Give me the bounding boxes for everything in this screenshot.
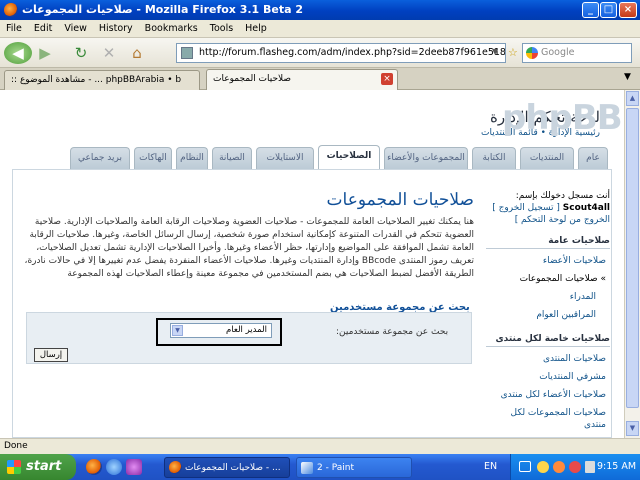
submit-button[interactable]: إرسال bbox=[34, 348, 68, 362]
menu-bar: File Edit View History Bookmarks Tools Help bbox=[0, 20, 640, 38]
sidebar-item-group-forum-permissions[interactable]: صلاحيات المجموعات لكل منتدى bbox=[486, 404, 610, 434]
volume-icon[interactable] bbox=[585, 461, 595, 473]
main-section: صلاحيات المجموعات هنا يمكنك تغيير الصلاح… bbox=[24, 190, 474, 281]
sidebar-item-group-permissions[interactable]: » صلاحيات المجموعات bbox=[486, 270, 610, 288]
back-arrow-icon[interactable]: ◀ bbox=[4, 42, 32, 64]
firefox-icon bbox=[4, 3, 18, 17]
status-bar: Done bbox=[0, 438, 640, 454]
maximize-button[interactable]: □ bbox=[600, 2, 617, 18]
sidebar-item-user-permissions[interactable]: صلاحيات الأعضاء bbox=[486, 252, 610, 270]
system-tray: 9:15 AM bbox=[510, 454, 640, 480]
menu-bookmarks[interactable]: Bookmarks bbox=[139, 20, 204, 37]
windows-flag-icon bbox=[7, 460, 21, 474]
tab-phpbbarabia[interactable]: :: مشاهدة الموضوع - ... phpBBArabia • b bbox=[4, 70, 200, 90]
address-bar[interactable]: http://forum.flasheg.com/adm/index.php?s… bbox=[176, 43, 506, 63]
chevron-down-icon[interactable]: ▼ bbox=[172, 325, 183, 336]
app-quicklaunch-icon[interactable] bbox=[126, 459, 142, 475]
tab-system[interactable]: النظام bbox=[176, 147, 208, 169]
forward-arrow-icon[interactable]: ▶ bbox=[34, 42, 56, 64]
tab-styles[interactable]: الاستايلات bbox=[256, 147, 314, 169]
username: Scout4all bbox=[562, 203, 610, 213]
tab-mass-email[interactable]: بريد جماعي bbox=[70, 147, 130, 169]
tab-mods[interactable]: الهاكات bbox=[134, 147, 172, 169]
url-dropdown-icon[interactable]: ▼ bbox=[492, 47, 498, 56]
task-label: صلاحيات المجموعات - ... bbox=[185, 463, 281, 473]
menu-file[interactable]: File bbox=[0, 20, 28, 37]
tab-permissions[interactable]: الصلاحيات bbox=[318, 145, 380, 169]
ie-quicklaunch-icon[interactable] bbox=[106, 459, 122, 475]
search-input[interactable]: Google bbox=[522, 43, 632, 63]
group-select-value: المدير العام bbox=[226, 325, 267, 335]
vertical-scrollbar[interactable]: ▲ ▼ bbox=[624, 90, 640, 438]
start-button[interactable]: start bbox=[0, 454, 76, 480]
sidebar-item-forum-moderators[interactable]: مشرفي المنتديات bbox=[486, 368, 610, 386]
tray-app-icon[interactable] bbox=[553, 461, 565, 473]
address-url: http://forum.flasheg.com/adm/index.php?s… bbox=[199, 47, 506, 58]
tab-general[interactable]: عام bbox=[578, 147, 608, 169]
google-icon bbox=[526, 47, 538, 59]
minimize-button[interactable]: _ bbox=[582, 2, 599, 18]
status-text: Done bbox=[4, 441, 28, 451]
group-select-label: بحث عن مجموعة مستخدمين: bbox=[336, 327, 449, 337]
language-indicator[interactable]: EN bbox=[484, 454, 497, 480]
messenger-icon[interactable] bbox=[537, 461, 549, 473]
tab-group-permissions[interactable]: صلاحيات المجموعات × bbox=[206, 69, 398, 90]
menu-tools[interactable]: Tools bbox=[204, 20, 239, 37]
exit-acp-link[interactable]: الخروج من لوحة التحكم ] bbox=[486, 214, 610, 226]
menu-view[interactable]: View bbox=[58, 20, 93, 37]
stop-icon[interactable]: ✕ bbox=[98, 42, 120, 64]
tab-forums[interactable]: المنتديات bbox=[520, 147, 574, 169]
sidebar-item-global-moderators[interactable]: المراقبين العوام bbox=[486, 306, 610, 324]
site-favicon-icon bbox=[181, 47, 193, 59]
sidebar-item-admins[interactable]: المدراء bbox=[486, 288, 610, 306]
menu-help[interactable]: Help bbox=[239, 20, 273, 37]
page-title: صلاحيات المجموعات bbox=[326, 190, 474, 210]
page-content: لوحة تحكم الإدارة رئيسية الإدارة • قائمة… bbox=[0, 90, 624, 438]
tab-label: :: مشاهدة الموضوع - ... phpBBArabia • b bbox=[11, 75, 182, 85]
start-label: start bbox=[26, 459, 62, 474]
bookmark-star-icon[interactable]: ☆ bbox=[508, 46, 518, 59]
sidebar-item-forum-permissions[interactable]: صلاحيات المنتدى bbox=[486, 350, 610, 368]
scroll-down-icon[interactable]: ▼ bbox=[626, 421, 639, 436]
task-firefox[interactable]: صلاحيات المجموعات - ... bbox=[164, 457, 290, 478]
tab-label: صلاحيات المجموعات bbox=[213, 74, 292, 84]
section-forum-permissions: صلاحيات خاصة لكل منتدى bbox=[486, 334, 610, 347]
tab-posting[interactable]: الكتابة bbox=[472, 147, 516, 169]
network-icon[interactable] bbox=[519, 461, 531, 472]
section-global-permissions: صلاحيات عامة bbox=[486, 236, 610, 249]
close-window-button[interactable]: × bbox=[619, 2, 637, 18]
group-select[interactable]: ▼ المدير العام bbox=[170, 323, 272, 338]
firefox-icon bbox=[169, 461, 182, 474]
firefox-quicklaunch-icon[interactable] bbox=[86, 459, 102, 475]
close-tab-icon[interactable]: × bbox=[381, 73, 393, 85]
window-title: صلاحيات المجموعات - Mozilla Firefox 3.1 … bbox=[22, 3, 304, 16]
tab-maintenance[interactable]: الصيانة bbox=[212, 147, 252, 169]
phpbb-logo: phpBB bbox=[502, 98, 623, 138]
window-title-bar: صلاحيات المجموعات - Mozilla Firefox 3.1 … bbox=[0, 0, 640, 20]
sidebar-item-label: صلاحيات المجموعات bbox=[519, 274, 598, 284]
scroll-thumb[interactable] bbox=[626, 108, 639, 408]
clock[interactable]: 9:15 AM bbox=[597, 454, 636, 480]
tab-users-groups[interactable]: المجموعات والأعضاء bbox=[384, 147, 468, 169]
page-description: هنا يمكنك تغيير الصلاحيات العامة للمجموع… bbox=[24, 217, 474, 279]
logout-link[interactable]: [ تسجيل الخروج ] bbox=[492, 203, 560, 213]
menu-history[interactable]: History bbox=[93, 20, 139, 37]
task-label: 2 - Paint bbox=[317, 463, 354, 473]
tab-strip: :: مشاهدة الموضوع - ... phpBBArabia • b … bbox=[0, 68, 640, 90]
sidebar-item-user-forum-permissions[interactable]: صلاحيات الأعضاء لكل منتدى bbox=[486, 386, 610, 404]
login-info: أنت مسجل دخولك بإسم: bbox=[515, 191, 610, 201]
tab-list-icon[interactable]: ▼ bbox=[624, 72, 631, 82]
task-paint[interactable]: 2 - Paint bbox=[296, 457, 412, 478]
home-icon[interactable]: ⌂ bbox=[126, 42, 148, 64]
reload-icon[interactable]: ↻ bbox=[70, 42, 92, 64]
side-menu: أنت مسجل دخولك بإسم: Scout4all [ تسجيل ا… bbox=[486, 190, 610, 438]
search-placeholder: Google bbox=[541, 47, 575, 58]
security-icon[interactable] bbox=[569, 461, 581, 473]
menu-edit[interactable]: Edit bbox=[28, 20, 58, 37]
paint-icon bbox=[301, 462, 313, 474]
scroll-up-icon[interactable]: ▲ bbox=[626, 91, 639, 106]
